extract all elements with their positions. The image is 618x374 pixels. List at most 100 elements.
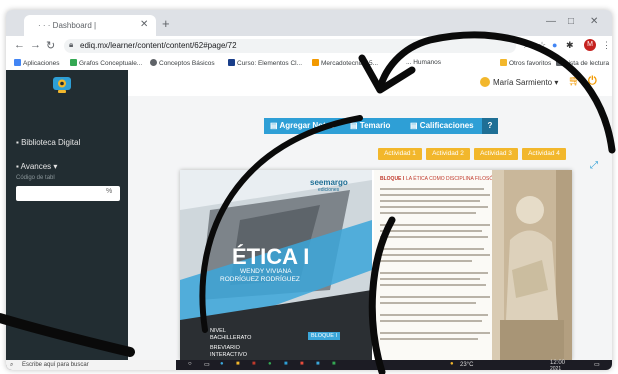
menu-icon[interactable]: ⋮ [602,40,611,51]
windows-taskbar: ⌕ Escribe aquí para buscar ○ ▭ ● ■ ■ ● ■… [6,360,612,370]
task-view-icon[interactable]: ▭ [204,361,210,368]
activity-4-button[interactable]: Actividad 4 [522,148,566,160]
bookmark-item[interactable]: Grafos Conceptuale... [70,59,142,67]
maximize-icon[interactable]: □ [568,16,574,27]
close-icon[interactable]: ✕ [140,19,148,30]
tab-title: · · · Dashboard | [38,21,97,30]
sidebar-item-biblioteca[interactable]: ▪ Biblioteca Digital [16,138,80,147]
help-button[interactable]: ? [482,118,498,134]
bookmark-item[interactable]: Lista de lectura [556,59,609,67]
code-submit-button[interactable]: % [106,188,112,195]
breviario-value: INTERACTIVO [210,352,247,358]
book-cover: seemargo ediciones ÉTICA I WENDY VIVIANA… [180,170,372,360]
bookmark-item[interactable]: Otros favoritos [500,59,551,67]
bookmark-favicon-icon [228,59,235,66]
bloque-tag: BLOQUE I [308,332,340,340]
extension-icon[interactable]: ● [552,40,557,50]
weather-icon: ● [450,361,454,367]
publisher-sub: ediciones [318,187,340,193]
clock-date: 2021 [550,366,562,370]
edge-icon[interactable]: ● [220,361,224,367]
bookmark-favicon-icon [150,59,157,66]
code-label: Código de tabl [16,175,55,181]
sidebar-item-avances[interactable]: ▪ Avances ▾ [16,162,57,171]
explorer-icon[interactable]: ■ [236,361,240,367]
bookmark-item[interactable]: ... Humanos [406,59,441,66]
search-icon: ⌕ [10,362,14,368]
app-icon[interactable]: ■ [252,361,256,367]
bookmark-item[interactable]: Conceptos Básicos [150,59,215,67]
bloque-heading: BLOQUE I [380,176,405,182]
book-right-page: BLOQUE I LA ÉTICA COMO DISCIPLINA FILOSÓ… [374,170,572,360]
grades-icon: ▤ [410,121,418,130]
power-icon[interactable]: ⏻ [588,75,597,88]
top-header: María Sarmiento ▾ 🛒︎ ⏻ [128,70,612,96]
browser-tab[interactable]: · · · Dashboard | ✕ [24,15,156,36]
bookmark-item[interactable]: Mercadotecnia 15... [312,59,378,67]
lock-icon: 🔒︎ [69,40,74,49]
reading-list-icon [556,59,563,66]
puzzle-icon[interactable]: ✱ [566,40,574,51]
taskbar-search[interactable]: ⌕ Escribe aquí para buscar [6,360,176,370]
minimize-icon[interactable]: — [546,16,556,27]
activity-1-button[interactable]: Actividad 1 [378,148,422,160]
sidebar: ▪ Biblioteca Digital ▪ Avances ▾ Código … [6,70,128,360]
taskbar-search-placeholder: Escribe aquí para buscar [22,362,89,368]
code-input[interactable] [16,186,120,201]
edit-icon: ▤ [270,121,278,130]
notification-icon[interactable]: ▭ [594,361,600,368]
level-value: BACHILLERATO [210,335,252,341]
publisher-name: seemargo [310,178,348,187]
forward-icon[interactable]: → [30,39,41,51]
add-notes-button[interactable]: ▤ Agregar Notas [264,118,346,134]
app-icon[interactable]: ■ [316,361,320,367]
user-avatar [480,77,490,87]
photo-frame: · · · Dashboard | ✕ + — □ ✕ ← → ↻ 🔒︎ edi… [0,0,618,374]
user-menu[interactable]: María Sarmiento ▾ [493,78,558,87]
activity-3-button[interactable]: Actividad 3 [474,148,518,160]
philosopher-statue-image [492,170,572,360]
bookmarks-bar: Aplicaciones Grafos Conceptuale... Conce… [6,56,612,71]
chrome-icon[interactable]: ● [268,361,272,367]
folder-icon [500,59,507,66]
bookmark-favicon-icon [312,59,319,66]
level-label: NIVEL [210,328,226,334]
page-content: ▪ Biblioteca Digital ▪ Avances ▾ Código … [6,70,612,360]
apps-icon [14,59,21,66]
profile-avatar[interactable]: M [584,39,596,51]
browser-window: · · · Dashboard | ✕ + — □ ✕ ← → ↻ 🔒︎ edi… [6,10,612,370]
address-bar[interactable]: 🔒︎ ediq.mx/learner/content/content/62#pa… [64,39,516,53]
cortana-icon[interactable]: ○ [188,361,192,367]
bloque-heading-rest: LA ÉTICA COMO DISCIPLINA FILOSÓFICA [406,176,505,182]
breviario-label: BREVIARIO [210,345,240,351]
book-title: ÉTICA I [232,244,310,269]
book-viewer[interactable]: seemargo ediciones ÉTICA I WENDY VIVIANA… [180,170,572,360]
reload-icon[interactable]: ↻ [46,39,55,52]
author-line-1: WENDY VIVIANA [240,268,292,275]
bookmark-favicon-icon [70,59,77,66]
zoom-icon[interactable]: ⌕ [524,40,529,51]
word-icon[interactable]: ■ [284,361,288,367]
temario-button[interactable]: ▤ Temario [344,118,406,134]
new-tab-icon[interactable]: + [162,16,170,31]
close-window-icon[interactable]: ✕ [590,16,598,27]
powerpoint-icon[interactable]: ■ [300,361,304,367]
bookmark-item[interactable]: Aplicaciones [14,59,60,67]
ediq-logo-icon [53,77,71,93]
address-row: ← → ↻ 🔒︎ ediq.mx/learner/content/content… [6,36,612,56]
excel-icon[interactable]: ■ [332,361,336,367]
cart-icon[interactable]: 🛒︎ [568,76,581,87]
back-icon[interactable]: ← [14,39,25,51]
book-icon: ▪ [16,138,19,147]
chart-icon: ▪ [16,162,19,171]
url-text: ediq.mx/learner/content/content/62#page/… [80,41,237,50]
activity-2-button[interactable]: Actividad 2 [426,148,470,160]
calificaciones-button[interactable]: ▤ Calificaciones [404,118,482,134]
tab-bar: · · · Dashboard | ✕ + — □ ✕ [6,10,612,36]
fullscreen-icon[interactable]: ⤢ [590,160,598,171]
star-icon[interactable]: ☆ [538,40,546,51]
author-line-2: RODRÍGUEZ RODRÍGUEZ [220,276,300,283]
list-icon: ▤ [350,121,358,130]
weather-temp: 23°C [460,362,474,368]
bookmark-item[interactable]: Curso: Elementos Cl... [228,59,302,67]
